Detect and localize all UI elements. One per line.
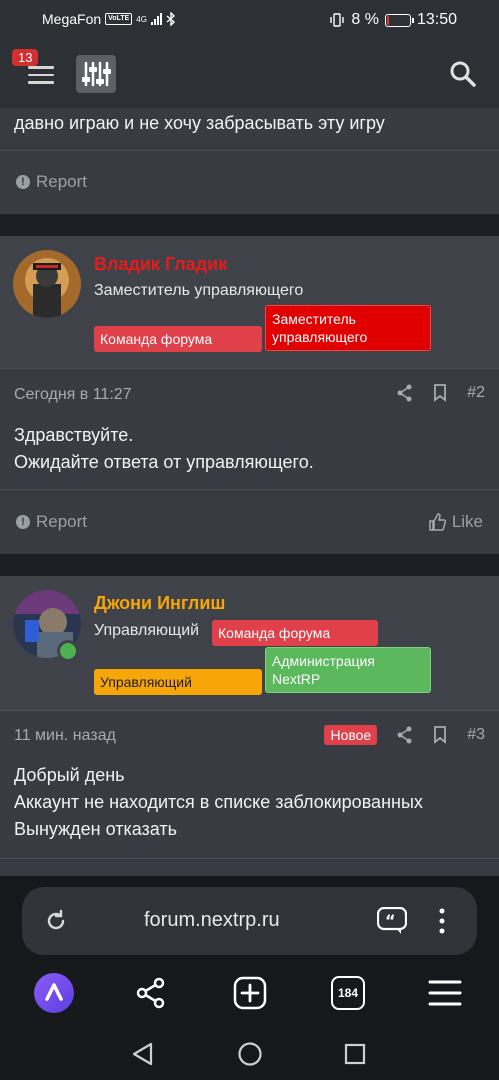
post-card-2: Владик Гладик Заместитель управляющего К… [0, 236, 499, 554]
carrier-name: MegaFon [42, 11, 102, 27]
author-name[interactable]: Владик Гладик [94, 254, 227, 275]
new-badge: Новое [324, 725, 378, 745]
settings-sliders-icon[interactable] [76, 55, 116, 93]
menu-icon[interactable] [428, 979, 462, 1007]
post-line: Здравствуйте. [14, 425, 134, 445]
user-banner: Заместитель управляющего [265, 305, 431, 351]
share-icon[interactable] [397, 384, 413, 402]
status-bar: MegaFon VoLTE 4G 8 % 13:50 [0, 0, 499, 40]
share-icon[interactable] [135, 977, 167, 1009]
post-text: Здравствуйте. Ожидайте ответа от управля… [14, 422, 314, 476]
status-left: MegaFon VoLTE 4G [42, 11, 176, 27]
post-line: Вынужден отказать [14, 819, 178, 839]
like-button[interactable]: Like [428, 512, 483, 532]
bookmark-icon[interactable] [433, 726, 447, 744]
volte-icon: VoLTE [105, 13, 133, 25]
report-button[interactable]: ! Report [16, 172, 87, 192]
address-bar[interactable]: forum.nextrp.ru “ [22, 887, 477, 955]
report-icon: ! [16, 515, 30, 529]
share-icon[interactable] [397, 726, 413, 744]
quote-icon[interactable]: “ [377, 907, 407, 935]
post-actions: #2 [397, 384, 485, 402]
post-line: Аккаунт не находится в списке заблокиров… [14, 792, 423, 812]
report-icon: ! [16, 175, 30, 189]
back-icon[interactable] [131, 1042, 155, 1066]
divider [0, 150, 499, 151]
user-banner: Команда форума [94, 326, 262, 352]
status-right: 8 % 13:50 [329, 11, 457, 29]
recents-icon[interactable] [344, 1043, 366, 1065]
user-info: Владик Гладик Заместитель управляющего К… [0, 236, 499, 368]
url-text[interactable]: forum.nextrp.ru [144, 909, 280, 932]
user-info: Джони Инглиш Управляющий Команда форума … [0, 576, 499, 710]
search-icon[interactable] [447, 58, 479, 90]
tabs-icon[interactable]: 184 [331, 976, 365, 1010]
alice-assistant-icon[interactable] [34, 973, 74, 1013]
notification-badge: 13 [12, 49, 39, 66]
reload-icon[interactable] [44, 909, 68, 933]
signal-icon [150, 13, 162, 25]
report-button[interactable]: ! Report [16, 512, 87, 532]
divider [0, 489, 499, 490]
user-title: Заместитель управляющего [94, 282, 304, 299]
divider [0, 710, 499, 711]
user-banner: Команда форума [212, 620, 378, 646]
post-time[interactable]: Сегодня в 11:27 [14, 386, 132, 404]
battery-icon [384, 13, 414, 27]
author-name[interactable]: Джони Инглиш [94, 593, 225, 614]
post-card-3: Джони Инглиш Управляющий Команда форума … [0, 576, 499, 876]
user-banner: Администрация NextRP [265, 647, 431, 693]
post-number[interactable]: #2 [467, 384, 485, 402]
post-text: давно играю и не хочу забрасывать эту иг… [14, 113, 385, 133]
more-vert-icon[interactable] [436, 907, 448, 935]
vibrate-icon [330, 13, 345, 27]
tab-count: 184 [337, 986, 359, 1000]
avatar[interactable] [13, 250, 81, 318]
home-icon[interactable] [237, 1041, 263, 1067]
thumbs-up-icon [429, 513, 446, 531]
report-label: Report [36, 172, 88, 191]
post-line: Добрый день [14, 765, 125, 785]
browser-nav: 184 [0, 971, 499, 1015]
bookmark-icon[interactable] [433, 384, 447, 402]
battery-percent: 8 % [351, 11, 379, 28]
clock: 13:50 [416, 11, 457, 28]
divider [0, 858, 499, 859]
user-title: Управляющий [94, 622, 200, 639]
menu-icon[interactable] [28, 66, 54, 86]
post-number[interactable]: #3 [467, 726, 485, 744]
svg-text:“: “ [385, 911, 396, 930]
network-type: 4G [136, 14, 147, 24]
online-status-icon [57, 640, 79, 662]
forum-header: 13 [0, 40, 499, 108]
system-navigation [0, 1031, 499, 1076]
post-time[interactable]: 11 мин. назад [14, 727, 116, 745]
new-tab-icon[interactable] [233, 976, 267, 1010]
post-text: Добрый день Аккаунт не находится в списк… [14, 762, 423, 843]
like-label: Like [451, 512, 483, 531]
user-banner: Управляющий [94, 669, 262, 695]
divider [0, 368, 499, 369]
post-card-1: давно играю и не хочу забрасывать эту иг… [0, 108, 499, 214]
report-label: Report [36, 512, 88, 531]
post-actions: Новое #3 [324, 725, 485, 745]
post-line: Ожидайте ответа от управляющего. [14, 452, 314, 472]
bluetooth-icon [166, 12, 175, 26]
browser-toolbar: forum.nextrp.ru “ 184 [0, 876, 499, 1080]
